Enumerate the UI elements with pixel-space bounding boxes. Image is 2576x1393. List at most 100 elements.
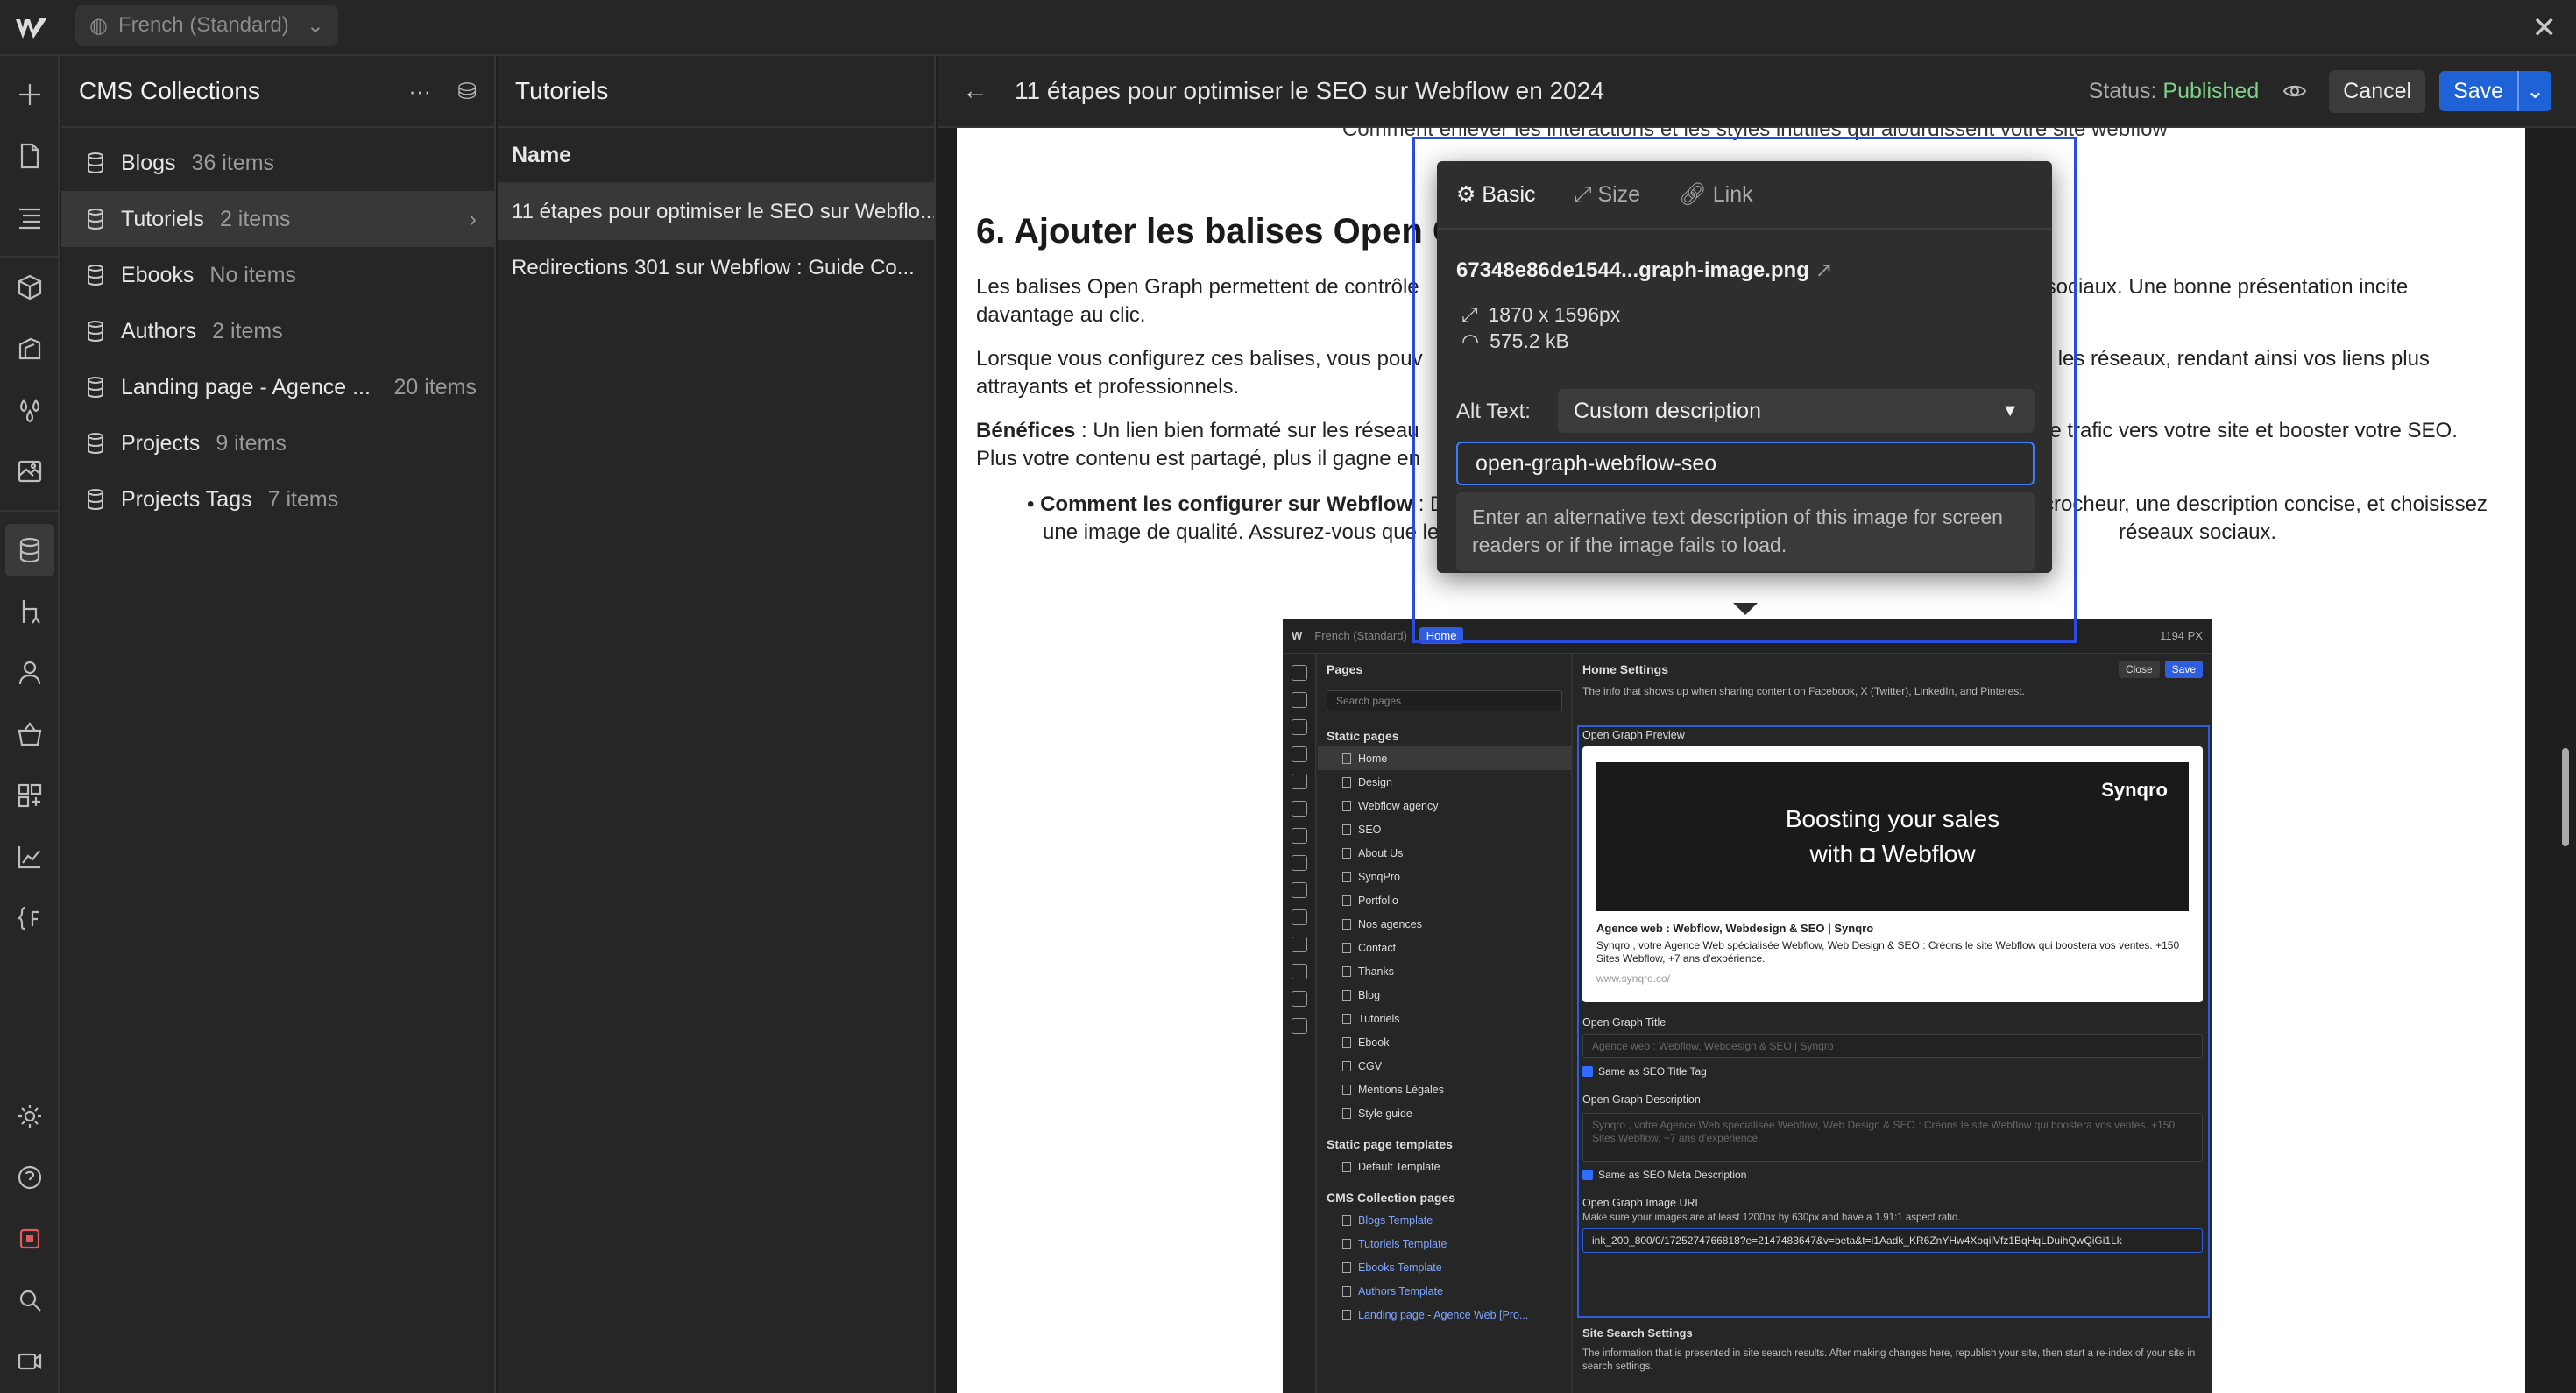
- database-icon: [86, 488, 105, 511]
- embedded-page: Tutoriels Template: [1318, 1232, 1571, 1255]
- add-collection-icon[interactable]: ⛁: [457, 78, 477, 105]
- database-icon: [86, 320, 105, 343]
- alt-text-input[interactable]: open-graph-webflow-seo: [1456, 442, 2035, 485]
- resize-icon: ⤢: [1461, 303, 1478, 326]
- database-icon: [86, 208, 105, 230]
- collection-name: Authors: [121, 318, 197, 343]
- save-label: Save: [2453, 78, 2504, 103]
- chevron-down-icon[interactable]: ⌄: [2517, 71, 2551, 111]
- status-badge: Status: Published: [2089, 79, 2260, 104]
- embedded-pages-panel: Pages Search pages Static pages Home Des…: [1318, 654, 1572, 1393]
- embedded-label: Open Graph Preview: [1582, 729, 1685, 741]
- ecommerce-icon[interactable]: [12, 717, 47, 752]
- tab-link[interactable]: 🔗︎ Link: [1679, 182, 1753, 208]
- embedded-screenshot-image[interactable]: W French (Standard) Home 1194 PX Pages S…: [1283, 619, 2212, 1393]
- assets-icon[interactable]: [12, 454, 47, 489]
- cms-icon[interactable]: [5, 524, 54, 576]
- item-row[interactable]: 11 étapes pour optimiser le SEO sur Webf…: [498, 184, 934, 240]
- settings-icon[interactable]: [12, 1099, 47, 1134]
- item-row[interactable]: Redirections 301 sur Webflow : Guide Co.…: [498, 240, 934, 296]
- collection-item-projects-tags[interactable]: Projects Tags 7 items: [61, 471, 494, 527]
- collection-count: 20 items: [393, 374, 477, 400]
- embedded-label: Site Search Settings: [1582, 1326, 1693, 1340]
- webflow-logo[interactable]: [14, 12, 49, 44]
- record-icon[interactable]: [12, 1221, 47, 1256]
- components-icon[interactable]: [12, 270, 47, 305]
- embedded-pages-title: Pages: [1327, 662, 1363, 676]
- embedded-page: Webflow agency: [1318, 794, 1571, 817]
- embedded-checkbox: Same as SEO Title Tag: [1582, 1065, 1707, 1078]
- video-icon[interactable]: [12, 1344, 47, 1379]
- embedded-page: Thanks: [1318, 959, 1571, 983]
- alt-text-hint: Enter an alternative text description of…: [1456, 492, 2035, 571]
- help-icon[interactable]: [12, 1160, 47, 1195]
- embedded-search: Search pages: [1327, 690, 1562, 711]
- logic-icon[interactable]: [12, 594, 47, 629]
- preview-eye-icon[interactable]: [2282, 78, 2308, 104]
- close-icon[interactable]: ✕: [2532, 11, 2558, 46]
- embedded-checkbox: Same as SEO Meta Description: [1582, 1169, 1746, 1181]
- collection-item-authors[interactable]: Authors 2 items: [61, 303, 494, 359]
- embedded-og-card: Synqro Boosting your sales with ◘ Webflo…: [1582, 746, 2203, 1002]
- navigator-icon[interactable]: [12, 200, 47, 235]
- scrollbar[interactable]: [2562, 748, 2569, 846]
- embedded-page: Landing page - Agence Web [Pro...: [1318, 1303, 1571, 1326]
- style-selectors-icon[interactable]: [12, 331, 47, 366]
- locale-switcher[interactable]: ◍ French (Standard) ⌄: [75, 5, 338, 46]
- collection-count: 2 items: [219, 206, 291, 231]
- tab-basic[interactable]: ⚙ Basic: [1456, 181, 1536, 208]
- image-filesize: ◠ 575.2 kB: [1461, 329, 1569, 352]
- embedded-rail: [1283, 654, 1316, 1393]
- apps-icon[interactable]: [12, 778, 47, 813]
- code-braces-icon[interactable]: [12, 901, 47, 936]
- collection-name: Landing page - Agence ...: [121, 374, 371, 400]
- collection-item-landing-page[interactable]: Landing page - Agence ... 20 items: [61, 359, 494, 415]
- cms-collections-panel: CMS Collections ··· ⛁ Blogs 36 items Tut…: [61, 56, 496, 1393]
- embedded-page: Blog: [1318, 983, 1571, 1007]
- chevron-down-icon: ⌄: [306, 13, 324, 38]
- chevron-right-icon: ›: [469, 206, 477, 231]
- collection-items-panel: Tutoriels Name 11 étapes pour optimiser …: [498, 56, 936, 1393]
- embedded-page: Blogs Template: [1318, 1208, 1571, 1232]
- back-arrow-icon[interactable]: ←: [962, 76, 988, 106]
- collection-name: Ebooks: [121, 262, 195, 287]
- users-icon[interactable]: [12, 655, 47, 690]
- embedded-page: Style guide: [1318, 1101, 1571, 1125]
- item-title: 11 étapes pour optimiser le SEO sur Webf…: [1015, 77, 1604, 104]
- image-settings-popover: ⚙ Basic ⤢ Size 🔗︎ Link 67348e86de1544...…: [1437, 161, 2052, 573]
- embedded-settings-header: Home Settings Close Save: [1574, 654, 2212, 685]
- collection-item-projects[interactable]: Projects 9 items: [61, 415, 494, 471]
- save-button[interactable]: Save ⌄: [2439, 71, 2551, 111]
- database-icon: [86, 152, 105, 174]
- more-icon[interactable]: ···: [408, 78, 431, 105]
- collection-item-tutoriels[interactable]: Tutoriels 2 items ›: [61, 191, 494, 247]
- globe-icon: ◍: [89, 13, 108, 38]
- embedded-locale: French (Standard): [1314, 629, 1407, 642]
- cancel-button[interactable]: Cancel: [2329, 69, 2426, 113]
- search-icon[interactable]: [12, 1283, 47, 1318]
- embedded-info: The info that shows up when sharing cont…: [1582, 685, 2025, 697]
- column-header-name[interactable]: Name: [498, 128, 934, 184]
- collection-name: Tutoriels: [121, 206, 204, 231]
- embedded-page: Mentions Légales: [1318, 1078, 1571, 1101]
- variables-icon[interactable]: [12, 392, 47, 428]
- items-panel-header: Tutoriels: [498, 56, 934, 128]
- image-dimensions: ⤢ 1870 x 1596px: [1461, 303, 1621, 326]
- embedded-close: Close: [2118, 661, 2160, 678]
- caret-down-icon: ▼: [2001, 400, 2019, 421]
- embedded-og-image: Synqro Boosting your sales with ◘ Webflo…: [1596, 762, 2189, 911]
- embedded-page: SEO: [1318, 817, 1571, 841]
- tab-size[interactable]: ⤢ Size: [1575, 182, 1641, 208]
- embedded-field: Synqro , votre Agence Web spécialisée We…: [1582, 1113, 2203, 1162]
- collection-item-blogs[interactable]: Blogs 36 items: [61, 135, 494, 191]
- database-icon: [86, 376, 105, 399]
- collection-item-ebooks[interactable]: Ebooks No items: [61, 247, 494, 303]
- external-link-icon[interactable]: ↗: [1815, 258, 1833, 282]
- alt-text-mode-select[interactable]: Custom description ▼: [1558, 389, 2035, 433]
- insights-icon[interactable]: [12, 839, 47, 874]
- pages-icon[interactable]: [12, 138, 47, 173]
- add-icon[interactable]: [12, 77, 47, 112]
- embedded-save: Save: [2164, 661, 2203, 678]
- embedded-section: Static page templates: [1327, 1137, 1453, 1151]
- editor-header: ← 11 étapes pour optimiser le SEO sur We…: [938, 56, 2576, 128]
